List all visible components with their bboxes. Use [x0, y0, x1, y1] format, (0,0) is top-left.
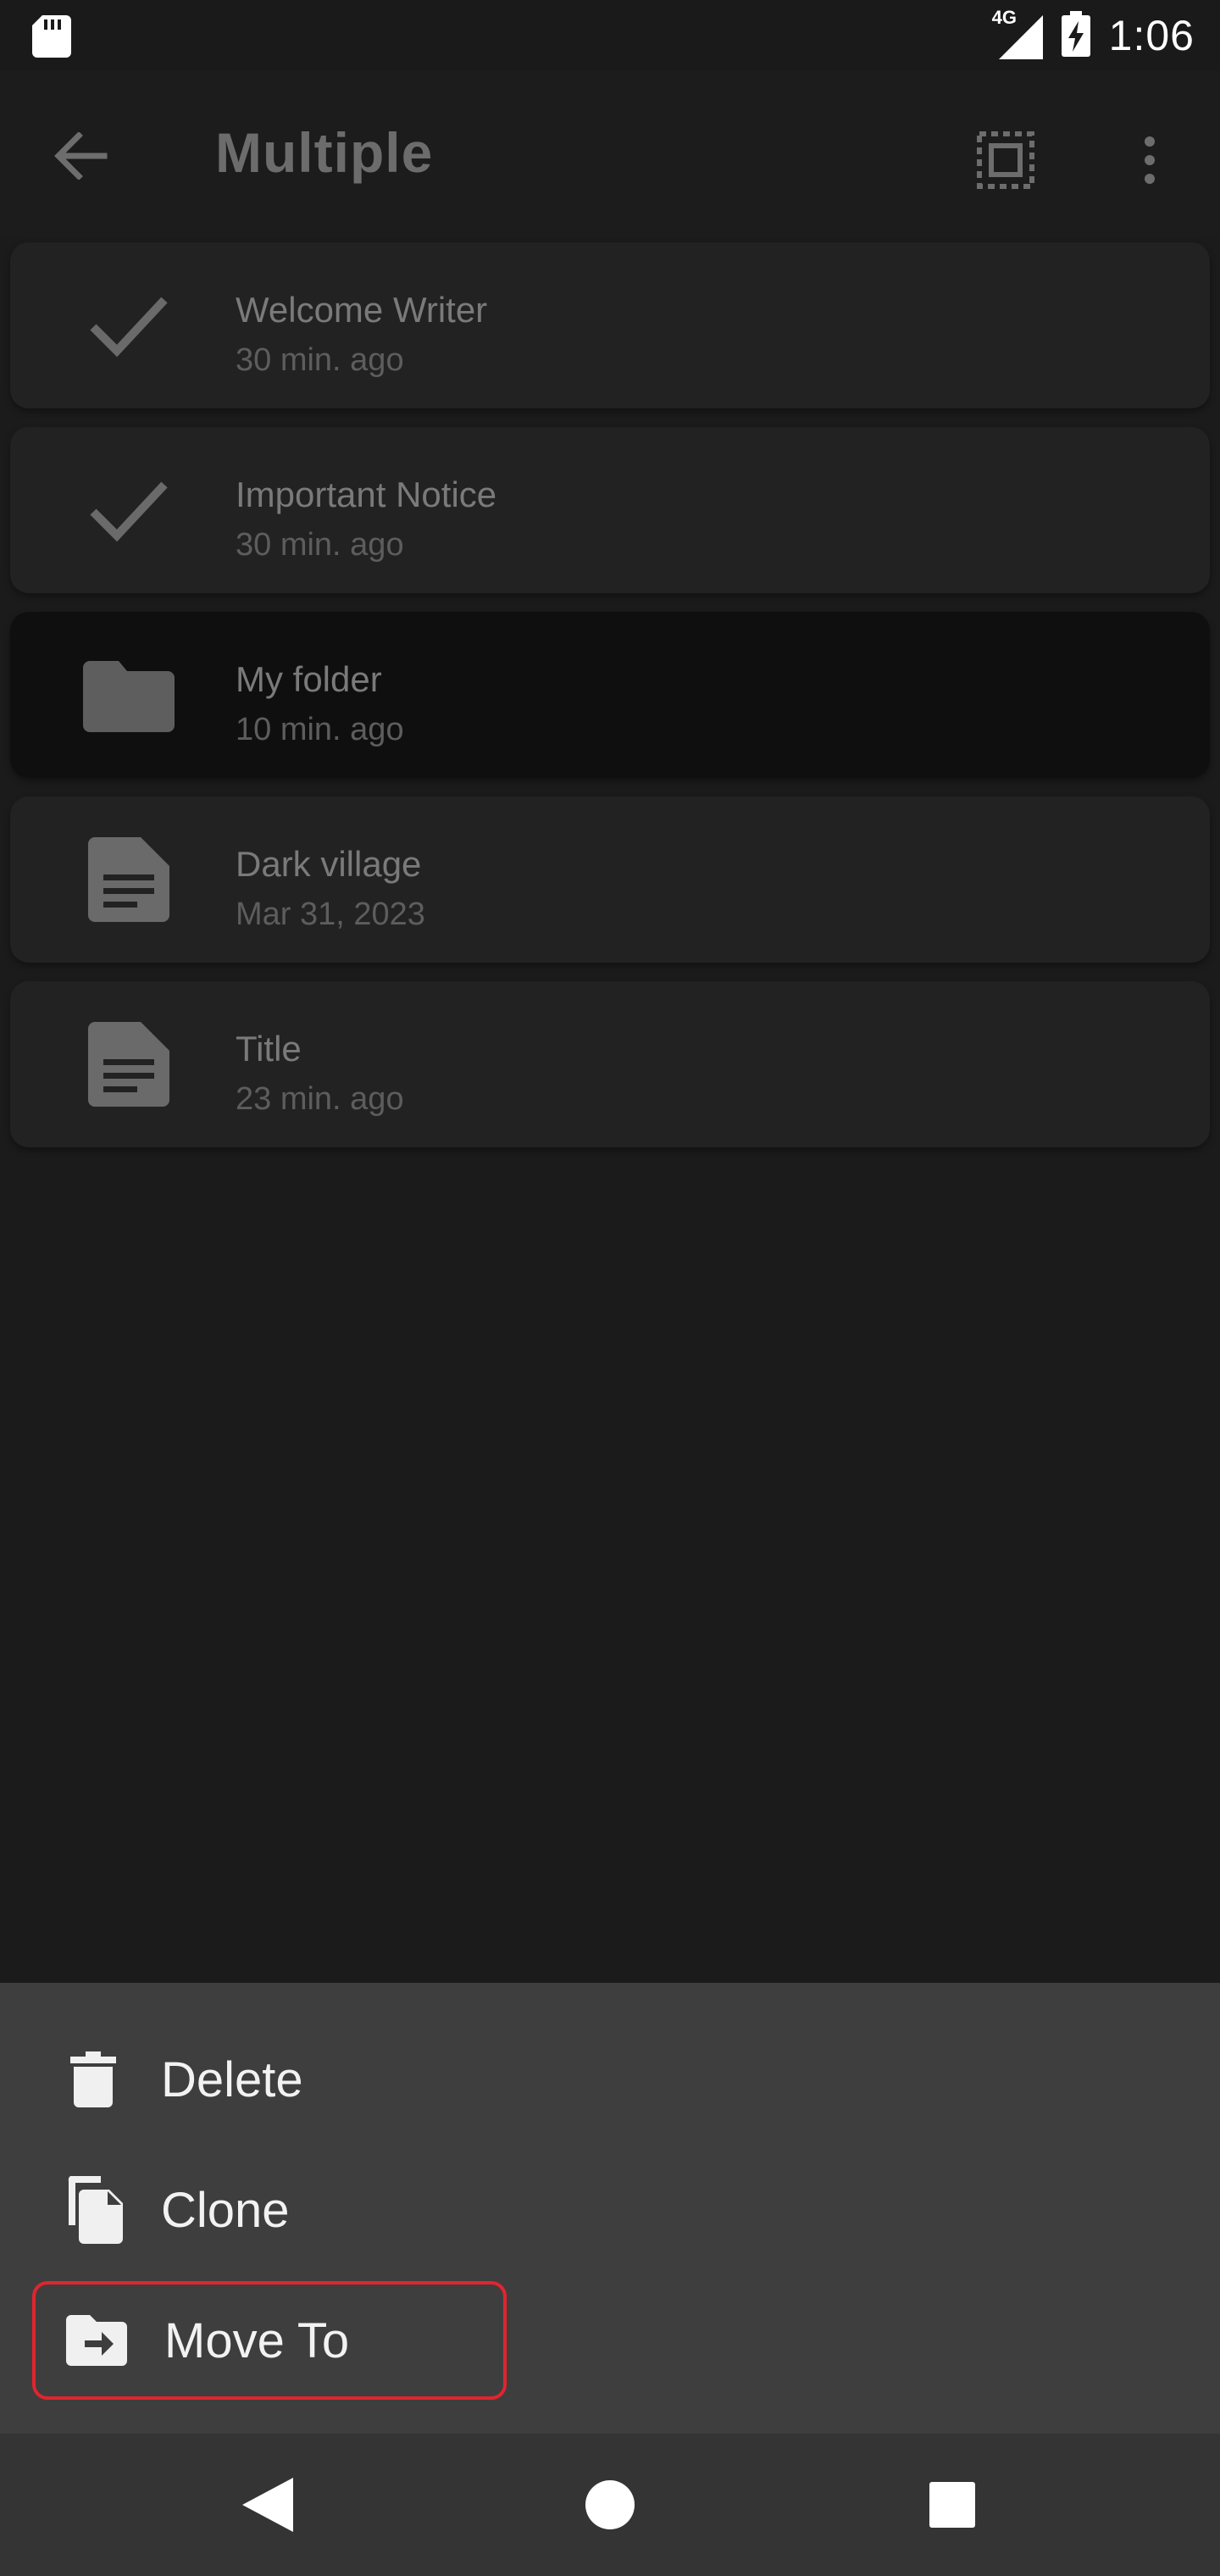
check-icon — [78, 468, 180, 552]
copy-icon — [63, 2176, 124, 2244]
select-all-button[interactable] — [968, 122, 1044, 198]
item-title: Important Notice — [236, 475, 497, 514]
folder-move-icon — [66, 2307, 127, 2374]
more-vert-icon — [1145, 136, 1155, 184]
more-options-button[interactable] — [1120, 122, 1179, 198]
nav-home-button[interactable] — [568, 2462, 652, 2547]
item-title: Title — [236, 1029, 302, 1069]
back-button[interactable] — [42, 122, 119, 190]
item-title: Welcome Writer — [236, 290, 488, 330]
nav-recents-button[interactable] — [910, 2462, 995, 2547]
battery-charging-icon — [1061, 10, 1090, 61]
status-time: 1:06 — [1108, 12, 1195, 59]
select-all-icon — [977, 131, 1034, 189]
delete-button[interactable]: Delete — [32, 2020, 507, 2139]
screen: 4G 1:06 Multiple Welcome Writer 30 min. … — [0, 0, 1220, 2576]
arrow-left-icon — [54, 132, 108, 180]
trash-icon — [63, 2046, 124, 2113]
nav-back-button[interactable] — [225, 2462, 310, 2547]
move-to-button[interactable]: Move To — [32, 2281, 507, 2400]
circle-home-icon — [585, 2480, 635, 2529]
status-right: 4G 1:06 — [992, 7, 1195, 63]
delete-label: Delete — [161, 2051, 303, 2107]
item-title: My folder — [236, 659, 382, 699]
item-subtitle: 10 min. ago — [236, 712, 404, 747]
sd-card-icon — [32, 15, 71, 62]
clone-label: Clone — [161, 2182, 290, 2238]
document-icon — [78, 837, 180, 922]
list-item[interactable]: Dark village Mar 31, 2023 — [10, 797, 1210, 963]
item-subtitle: 30 min. ago — [236, 342, 404, 378]
square-recents-icon — [929, 2482, 975, 2528]
list-item[interactable]: My folder 10 min. ago — [10, 612, 1210, 778]
item-subtitle: 30 min. ago — [236, 527, 404, 563]
triangle-back-icon — [242, 2478, 293, 2532]
check-icon — [78, 283, 180, 368]
folder-icon — [78, 652, 180, 737]
app-bar: Multiple — [0, 71, 1220, 237]
list-item[interactable]: Important Notice 30 min. ago — [10, 427, 1210, 593]
move-to-label: Move To — [164, 2312, 350, 2368]
list-item[interactable]: Title 23 min. ago — [10, 981, 1210, 1147]
item-subtitle: 23 min. ago — [236, 1081, 404, 1117]
action-sheet: Delete Clone Move To — [0, 1983, 1220, 2434]
list-item[interactable]: Welcome Writer 30 min. ago — [10, 242, 1210, 408]
clone-button[interactable]: Clone — [32, 2151, 507, 2269]
item-subtitle: Mar 31, 2023 — [236, 897, 425, 932]
document-icon — [78, 1022, 180, 1107]
cell-signal-icon: 4G — [992, 7, 1043, 59]
status-bar: 4G 1:06 — [0, 0, 1220, 71]
item-title: Dark village — [236, 844, 422, 884]
navigation-bar — [0, 2434, 1220, 2576]
page-title: Multiple — [215, 121, 434, 184]
